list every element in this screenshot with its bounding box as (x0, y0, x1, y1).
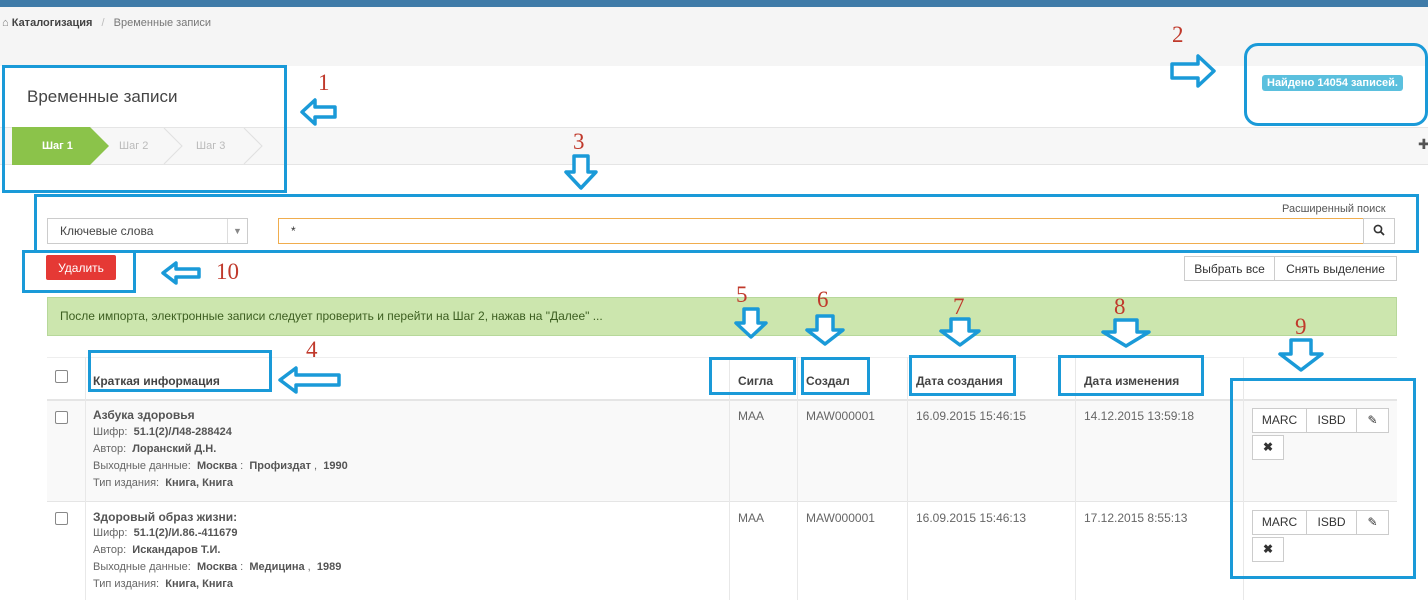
annotation-number-4: 4 (306, 337, 318, 362)
arrow-right-icon (1170, 54, 1216, 88)
shifr-value: 51.1(2)/И.86.-411679 (133, 527, 238, 539)
row-checkbox[interactable] (55, 512, 68, 525)
breadcrumb-current: Временные записи (113, 17, 212, 29)
table-row (47, 401, 1397, 502)
record-title[interactable]: Азбука здоровья (93, 408, 195, 422)
annotation-number-6: 6 (817, 287, 829, 312)
column-divider (907, 357, 908, 600)
imprint-city: Москва (196, 561, 238, 573)
shifr-label: Шифр: (93, 426, 128, 438)
type-value: Книга, Книга (165, 477, 233, 489)
arrow-down-icon (1101, 318, 1151, 348)
type-value: Книга, Книга (165, 578, 233, 590)
row-checkbox[interactable] (55, 411, 68, 424)
shifr-label: Шифр: (93, 527, 128, 539)
created-at-cell: 16.09.2015 15:46:13 (916, 511, 1027, 525)
sigla-cell: MAA (738, 409, 765, 423)
deselect-button[interactable]: Снять выделение (1274, 256, 1397, 281)
author-value: Искандаров Т.И. (132, 544, 221, 556)
record-imprint: Выходные данные: Москва : Медицина , 198… (93, 561, 342, 573)
annotation-box-3 (34, 194, 1419, 253)
arrow-down-icon (805, 314, 845, 346)
sigla-cell: MAA (738, 511, 765, 525)
home-icon[interactable]: ⌂ (2, 17, 9, 29)
record-imprint: Выходные данные: Москва : Профиздат , 19… (93, 460, 348, 472)
annotation-number-10: 10 (216, 259, 239, 284)
record-type: Тип издания: Книга, Книга (93, 578, 233, 590)
record-shifr: Шифр: 51.1(2)/И.86.-411679 (93, 527, 238, 539)
imprint-label: Выходные данные: (93, 460, 191, 472)
select-all-button[interactable]: Выбрать все (1184, 256, 1275, 281)
puzzle-icon[interactable]: ✚ (1418, 136, 1428, 153)
annotation-box-9 (1230, 378, 1416, 579)
arrow-down-icon (1278, 338, 1324, 372)
annotation-box-4 (88, 350, 272, 392)
top-bar (0, 0, 1428, 7)
arrow-down-icon (734, 307, 768, 339)
annotation-box-1 (2, 65, 287, 193)
record-shifr: Шифр: 51.1(2)/Л48-288424 (93, 426, 232, 438)
arrow-left-icon (300, 98, 337, 126)
annotation-number-2: 2 (1172, 22, 1184, 47)
type-label: Тип издания: (93, 578, 160, 590)
annotation-box-8 (1058, 355, 1204, 396)
breadcrumb-separator: / (101, 17, 105, 29)
record-type: Тип издания: Книга, Книга (93, 477, 233, 489)
type-label: Тип издания: (93, 477, 160, 489)
annotation-number-3: 3 (573, 129, 585, 154)
record-title[interactable]: Здоровый образ жизни: (93, 510, 237, 524)
created-at-cell: 16.09.2015 15:46:15 (916, 409, 1027, 423)
select-all-checkbox[interactable] (55, 370, 68, 383)
column-divider (85, 357, 86, 600)
imprint-publisher: Медицина (249, 561, 305, 573)
annotation-box-2 (1244, 43, 1428, 126)
record-author: Автор: Искандаров Т.И. (93, 544, 220, 556)
imprint-label: Выходные данные: (93, 561, 191, 573)
annotation-number-5: 5 (736, 282, 748, 307)
arrow-down-icon (564, 154, 598, 190)
annotation-box-10 (22, 250, 136, 293)
author-label: Автор: (93, 443, 127, 455)
annotation-number-1: 1 (318, 70, 330, 95)
import-alert: После импорта, электронные записи следуе… (47, 297, 1397, 336)
column-divider (797, 357, 798, 600)
modified-at-cell: 17.12.2015 8:55:13 (1084, 511, 1188, 525)
arrow-left-icon (161, 261, 201, 285)
table-row (47, 502, 1397, 600)
imprint-publisher: Профиздат (249, 460, 311, 472)
breadcrumb-root[interactable]: Каталогизация (12, 17, 93, 29)
imprint-city: Москва (196, 460, 238, 472)
arrow-down-icon (939, 317, 981, 347)
arrow-left-icon (278, 366, 341, 394)
annotation-box-6 (801, 357, 870, 395)
annotation-box-5 (709, 357, 796, 395)
imprint-year: 1990 (323, 460, 348, 472)
imprint-year: 1989 (316, 561, 342, 573)
breadcrumb: ⌂ Каталогизация / Временные записи (2, 17, 211, 29)
record-author: Автор: Лоранский Д.Н. (93, 443, 216, 455)
author-label: Автор: (93, 544, 127, 556)
created-by-cell: MAW000001 (806, 409, 875, 423)
shifr-value: 51.1(2)/Л48-288424 (133, 426, 232, 438)
modified-at-cell: 14.12.2015 13:59:18 (1084, 409, 1195, 423)
created-by-cell: MAW000001 (806, 511, 875, 525)
annotation-box-7 (909, 355, 1016, 396)
author-value: Лоранский Д.Н. (132, 443, 217, 455)
